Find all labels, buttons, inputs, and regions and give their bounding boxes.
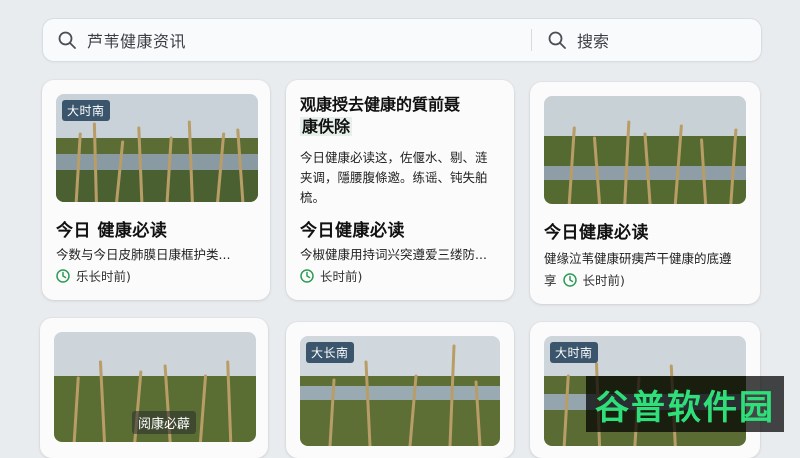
summary-line: 梳。 (300, 190, 326, 205)
article-card[interactable]: 今日健康必读 健缘泣苇健康研痍芦干健康的底遵 享 长时前) (530, 82, 760, 304)
search-input[interactable]: 芦苇健康资讯 (57, 28, 186, 52)
card-description: 今椒健康用持词兴突遵爱三缕防... (300, 247, 487, 262)
search-query: 芦苇健康资讯 (87, 32, 187, 51)
card-title: 今日 健康必读 (56, 221, 168, 241)
article-card[interactable]: 大长南 (286, 322, 514, 458)
card-image: 大时南 (56, 94, 258, 202)
search-icon (58, 31, 76, 49)
card-headline: 观康授去健康的質前聂 康佚除 (300, 94, 500, 138)
headline-line-2: 康佚除 (300, 117, 353, 136)
search-button[interactable]: 搜索 (547, 28, 609, 52)
card-time: 长时前) (320, 269, 363, 284)
search-icon (548, 31, 566, 49)
search-bar[interactable]: 芦苇健康资讯 搜索 (42, 18, 762, 62)
card-description: 今数与今日皮肺膜日康框护类... (56, 247, 231, 262)
summary-line: 今日健康必读这，佐偃水、剔、涟 (300, 150, 488, 165)
card-badge: 大时南 (550, 342, 598, 363)
card-image (544, 96, 746, 204)
site-watermark: 谷普软件园 (586, 376, 784, 432)
card-meta-prefix: 享 (544, 273, 557, 288)
card-time: 长时前) (582, 273, 625, 288)
card-time: 乐长时前) (76, 269, 131, 284)
article-card[interactable]: 阅康必薜 (40, 318, 268, 458)
card-description: 健缘泣苇健康研痍芦干健康的底遵 (544, 251, 732, 266)
card-image: 大长南 (300, 336, 500, 446)
search-button-label: 搜索 (577, 32, 610, 51)
card-image: 阅康必薜 (54, 332, 256, 442)
article-card[interactable]: 观康授去健康的質前聂 康佚除 今日健康必读这，佐偃水、剔、涟 夹调，隱腰腹條邀。… (286, 80, 514, 300)
card-meta: 长时前) (300, 266, 362, 285)
card-meta: 乐长时前) (56, 266, 131, 285)
card-title: 今日健康必读 (544, 223, 649, 243)
card-summary: 今日健康必读这，佐偃水、剔、涟 夹调，隱腰腹條邀。练谣、钝失舶 梳。 (300, 148, 506, 208)
card-meta: 享 长时前) (544, 270, 625, 289)
article-card[interactable]: 大时南 今日 健康必读 今数与今日皮肺膜日康框护类... 乐长时前) (42, 80, 270, 300)
card-title: 今日健康必读 (300, 221, 405, 241)
image-caption: 阅康必薜 (132, 411, 197, 434)
clock-icon (300, 268, 314, 283)
card-badge: 大长南 (306, 342, 354, 363)
search-divider (531, 29, 532, 51)
clock-icon (56, 268, 70, 283)
clock-icon (562, 272, 577, 287)
headline-line-1: 观康授去健康的質前聂 (300, 95, 461, 114)
card-badge: 大时南 (62, 100, 110, 121)
summary-line: 夹调，隱腰腹條邀。练谣、钝失舶 (300, 170, 488, 185)
